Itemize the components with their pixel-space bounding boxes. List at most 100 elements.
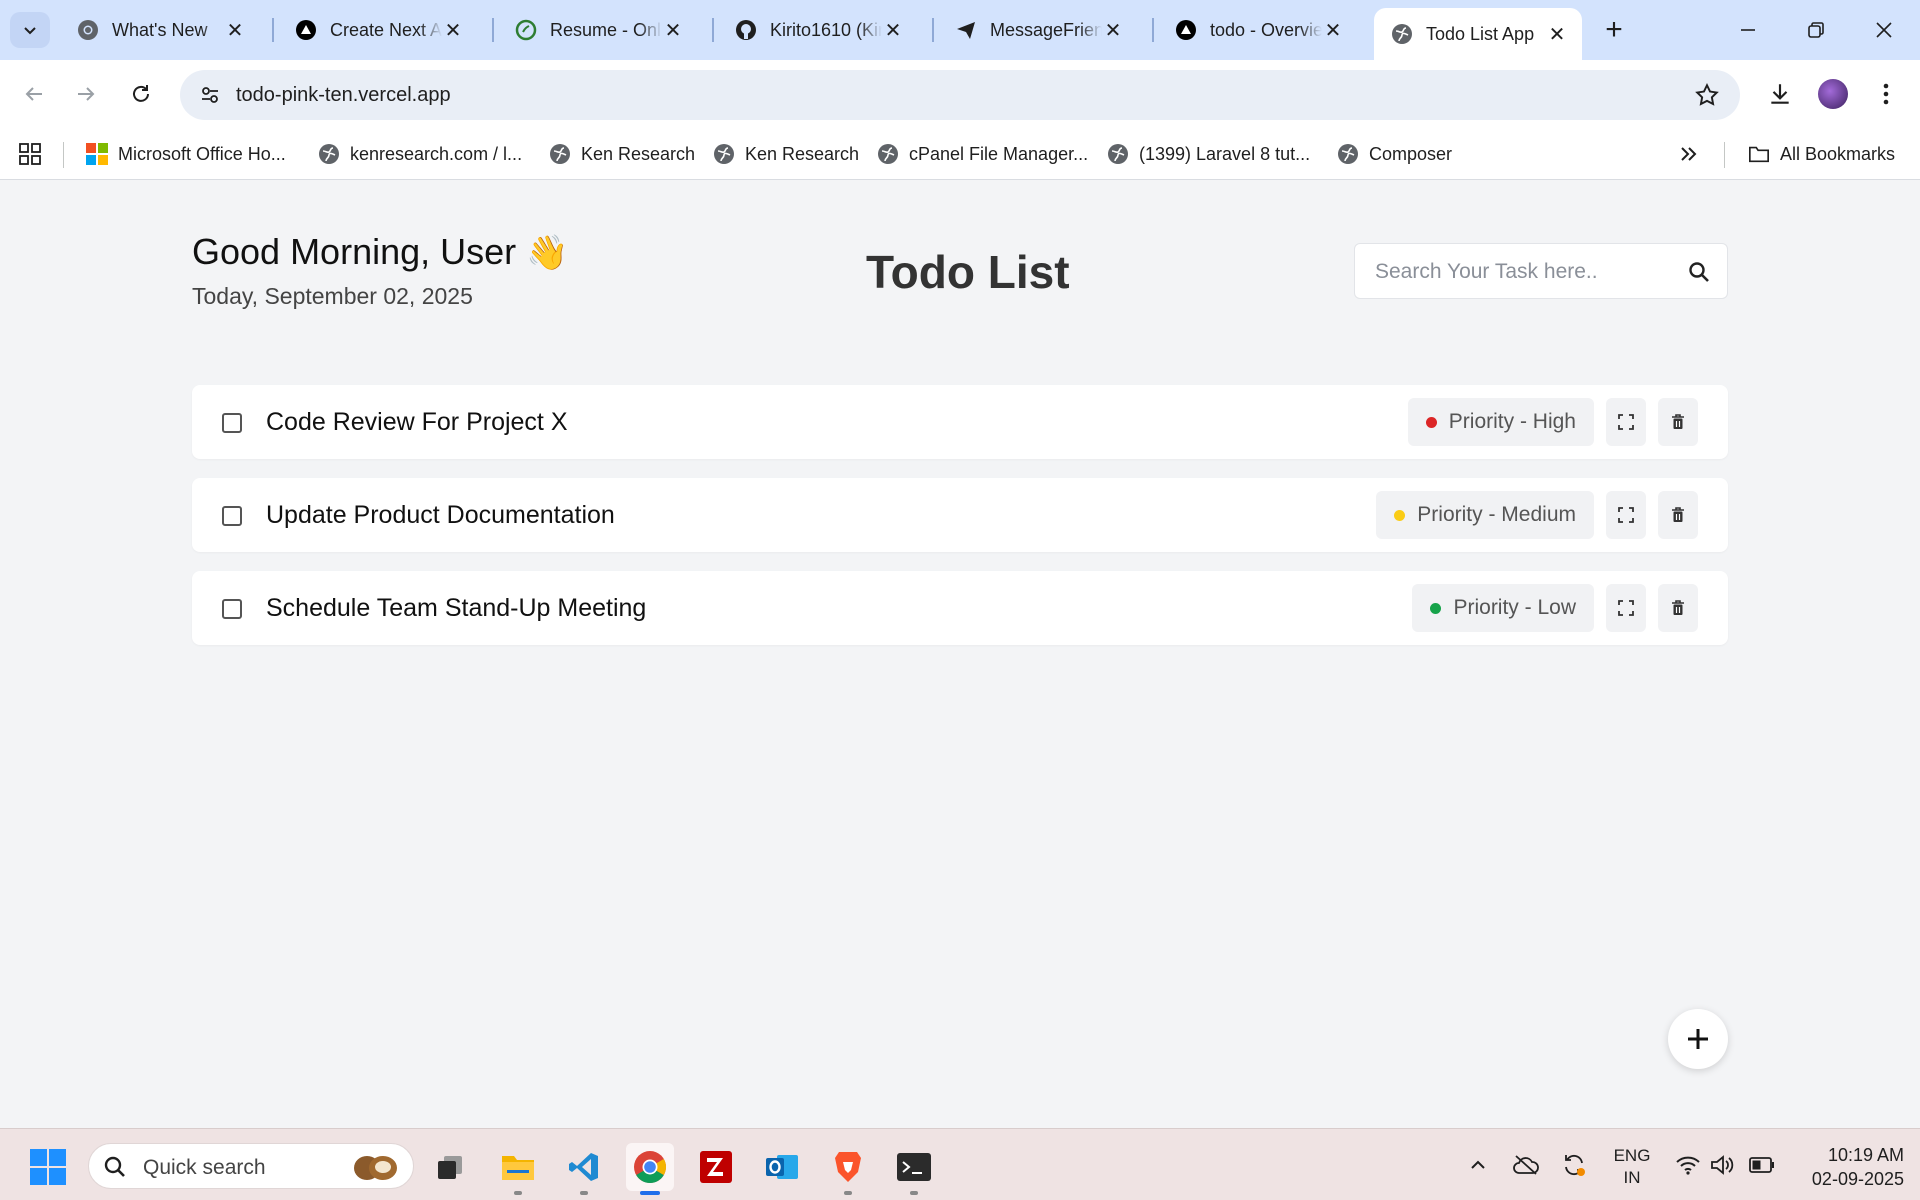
system-clock[interactable]: 10:19 AM 02-09-2025	[1792, 1143, 1904, 1191]
taskbar-app[interactable]	[692, 1143, 740, 1191]
new-tab-button[interactable]: +	[1598, 13, 1630, 46]
trash-icon	[1672, 600, 1684, 615]
expand-icon	[1618, 414, 1634, 430]
clock-time: 10:19 AM	[1827, 1145, 1904, 1165]
running-indicator	[514, 1191, 522, 1195]
bookmark-item[interactable]: Ken Research	[549, 142, 695, 166]
tab-whats-new[interactable]: What's New ✕	[60, 8, 260, 52]
task-view-icon	[438, 1156, 462, 1179]
tab-todo-list-app[interactable]: Todo List App ✕	[1374, 8, 1582, 60]
volume-button[interactable]	[1708, 1151, 1736, 1179]
expand-button[interactable]	[1606, 491, 1646, 539]
more-bookmarks-button[interactable]	[1678, 142, 1698, 166]
bookmark-item[interactable]: Microsoft Office Ho...	[86, 142, 286, 166]
priority-badge[interactable]: Priority - Medium	[1376, 491, 1594, 539]
close-icon[interactable]: ✕	[442, 19, 464, 42]
bookmark-item[interactable]: Composer	[1337, 142, 1452, 166]
search-input[interactable]	[1375, 258, 1675, 286]
profile-button[interactable]	[1813, 74, 1853, 114]
taskbar-app[interactable]	[824, 1143, 872, 1195]
bookmark-item[interactable]: (1399) Laravel 8 tut...	[1107, 142, 1310, 166]
close-icon[interactable]: ✕	[662, 19, 684, 42]
taskbar-app[interactable]	[758, 1143, 806, 1191]
todo-checkbox[interactable]	[222, 413, 242, 433]
site-info-icon[interactable]	[192, 77, 228, 113]
tab-strip: What's New ✕ Create Next App ✕ Resume - …	[0, 0, 1920, 60]
reload-button[interactable]	[121, 74, 161, 114]
close-icon[interactable]: ✕	[1546, 23, 1568, 46]
taskbar-app[interactable]	[626, 1143, 674, 1195]
terminal-icon	[897, 1153, 931, 1181]
tab-separator	[272, 18, 274, 42]
todo-checkbox[interactable]	[222, 599, 242, 619]
minimize-button[interactable]	[1726, 10, 1770, 50]
tab-create-next-app[interactable]: Create Next App ✕	[278, 8, 478, 52]
priority-badge[interactable]: Priority - Low	[1412, 584, 1594, 632]
arrow-right-icon	[78, 87, 95, 101]
avatar	[1818, 79, 1848, 109]
address-bar[interactable]: todo-pink-ten.vercel.app	[180, 70, 1740, 120]
tab-github[interactable]: Kirito1610 (Kirito) ✕	[718, 8, 918, 52]
tab-todo-overview[interactable]: todo - Overview ✕	[1158, 8, 1358, 52]
running-indicator	[580, 1191, 588, 1195]
todo-title: Update Product Documentation	[266, 501, 615, 529]
url-text[interactable]: todo-pink-ten.vercel.app	[236, 84, 451, 107]
sync-button[interactable]	[1560, 1151, 1588, 1179]
bookmark-star-icon[interactable]	[1694, 82, 1720, 113]
priority-dot	[1394, 509, 1406, 521]
trash-icon	[1672, 414, 1684, 429]
add-task-button[interactable]	[1668, 1009, 1728, 1069]
delete-button[interactable]	[1658, 491, 1698, 539]
taskbar-app[interactable]	[426, 1143, 474, 1191]
close-icon[interactable]: ✕	[224, 19, 246, 42]
delete-button[interactable]	[1658, 584, 1698, 632]
bookmark-item[interactable]: Ken Research	[713, 142, 859, 166]
greeting: Good Morning, User 👋	[192, 231, 568, 273]
chevron-down-icon	[24, 27, 36, 35]
todo-checkbox[interactable]	[222, 506, 242, 526]
chrome-icon	[76, 18, 100, 42]
network-button[interactable]	[1674, 1151, 1702, 1179]
search-highlight-art	[354, 1156, 397, 1180]
github-icon	[734, 18, 758, 42]
close-window-button[interactable]	[1862, 10, 1906, 50]
show-hidden-icons-button[interactable]	[1464, 1151, 1492, 1179]
wifi-icon	[1676, 1156, 1700, 1175]
back-button[interactable]	[14, 74, 54, 114]
bookmarks-bar: Microsoft Office Ho... kenresearch.com /…	[0, 128, 1920, 180]
onedrive-button[interactable]	[1512, 1151, 1540, 1179]
priority-badge[interactable]: Priority - High	[1407, 398, 1594, 446]
todo-item: Update Product Documentation Priority - …	[192, 478, 1728, 552]
expand-button[interactable]	[1606, 398, 1646, 446]
taskbar-app[interactable]	[890, 1143, 938, 1195]
close-icon[interactable]: ✕	[1102, 19, 1124, 42]
taskbar-search[interactable]: Quick search	[88, 1143, 414, 1189]
delete-button[interactable]	[1658, 398, 1698, 446]
todo-title: Code Review For Project X	[266, 408, 568, 436]
todo-list: Code Review For Project X Priority - Hig…	[192, 385, 1728, 664]
tab-search-button[interactable]	[10, 12, 50, 48]
forward-button[interactable]	[66, 74, 106, 114]
todo-title: Schedule Team Stand-Up Meeting	[266, 594, 647, 622]
apps-button[interactable]	[18, 142, 42, 166]
browser-menu-button[interactable]	[1866, 74, 1906, 114]
language-indicator[interactable]: ENG IN	[1612, 1145, 1652, 1189]
restore-button[interactable]	[1794, 10, 1838, 50]
bookmark-separator	[63, 142, 64, 168]
close-icon[interactable]: ✕	[882, 19, 904, 42]
expand-button[interactable]	[1606, 584, 1646, 632]
bookmark-item[interactable]: cPanel File Manager...	[877, 142, 1088, 166]
tab-messagefriend[interactable]: MessageFriend ✕	[938, 8, 1138, 52]
more-vertical-icon	[1883, 83, 1889, 105]
taskbar-app[interactable]	[560, 1143, 608, 1195]
taskbar-app[interactable]	[494, 1143, 542, 1195]
close-icon[interactable]: ✕	[1322, 19, 1344, 42]
bookmark-item[interactable]: kenresearch.com / l...	[318, 142, 522, 166]
all-bookmarks-button[interactable]: All Bookmarks	[1748, 142, 1895, 166]
start-button[interactable]	[28, 1147, 68, 1187]
reload-icon	[133, 85, 149, 102]
battery-button[interactable]	[1748, 1151, 1776, 1179]
tab-resume[interactable]: Resume - Online ✕	[498, 8, 698, 52]
search-icon[interactable]	[1687, 260, 1711, 284]
downloads-button[interactable]	[1760, 74, 1800, 114]
